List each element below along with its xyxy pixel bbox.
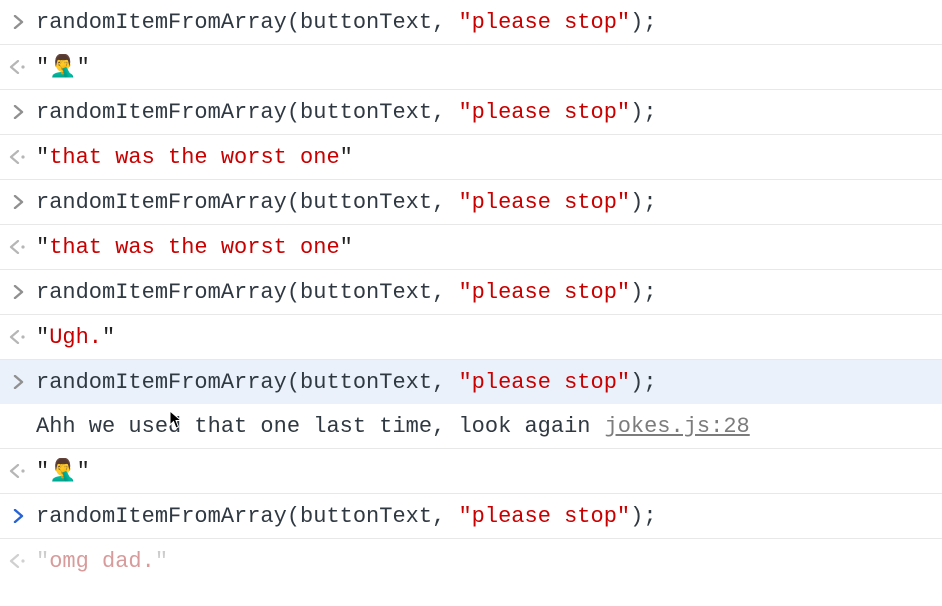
console-input-code: randomItemFromArray(buttonText, "please … [36,100,942,125]
console-input-code: randomItemFromArray(buttonText, "please … [36,10,942,35]
console-log-list: randomItemFromArray(buttonText, "please … [0,0,942,583]
output-arrow-icon [6,464,30,478]
console-log-row: Ahh we used that one last time, look aga… [0,404,942,448]
function-name: randomItemFromArray [36,504,287,529]
console-output-value: "🤦‍♂️" [36,458,942,484]
input-arrow-icon [6,195,30,209]
console-output-row: "Ugh." [0,314,942,359]
console-output-row: "🤦‍♂️" [0,44,942,89]
output-arrow-icon [6,150,30,164]
input-arrow-icon [6,105,30,119]
function-name: randomItemFromArray [36,280,287,305]
arg-string: "please stop" [458,10,630,35]
console-output-row: "🤦‍♂️" [0,448,942,493]
console-output-value: "omg dad." [36,549,942,574]
console-input-row: randomItemFromArray(buttonText, "please … [0,0,942,44]
console-output-value: "that was the worst one" [36,145,942,170]
source-link[interactable]: jokes.js:28 [605,414,750,439]
arg-string: "please stop" [458,280,630,305]
console-output-value: "🤦‍♂️" [36,54,942,80]
function-name: randomItemFromArray [36,100,287,125]
console-output-row: "omg dad." [0,538,942,583]
output-string: Ugh. [49,325,102,350]
console-input-code: randomItemFromArray(buttonText, "please … [36,504,942,529]
output-string: 🤦‍♂️ [49,459,76,484]
console-output-row: "that was the worst one" [0,224,942,269]
console-input-row: randomItemFromArray(buttonText, "please … [0,179,942,224]
output-arrow-icon [6,240,30,254]
arg-string: "please stop" [458,100,630,125]
arg-identifier: buttonText [300,100,432,125]
arg-identifier: buttonText [300,504,432,529]
arg-identifier: buttonText [300,280,432,305]
arg-string: "please stop" [458,504,630,529]
console-input-row: randomItemFromArray(buttonText, "please … [0,359,942,404]
arg-identifier: buttonText [300,190,432,215]
output-arrow-icon [6,330,30,344]
input-arrow-icon [6,285,30,299]
console-output-value: "that was the worst one" [36,235,942,260]
output-string: omg dad. [49,549,155,574]
console-input-row: randomItemFromArray(buttonText, "please … [0,269,942,314]
output-arrow-icon [6,60,30,74]
log-text: Ahh we used that one last time, look aga… [36,414,591,439]
arg-string: "please stop" [458,370,630,395]
output-arrow-icon [6,554,30,568]
function-name: randomItemFromArray [36,370,287,395]
output-string: 🤦‍♂️ [49,55,76,80]
input-arrow-icon [6,509,30,523]
console-input-code: randomItemFromArray(buttonText, "please … [36,190,942,215]
arg-identifier: buttonText [300,10,432,35]
console-output-row: "that was the worst one" [0,134,942,179]
console-input-code: randomItemFromArray(buttonText, "please … [36,370,942,395]
console-input-row: randomItemFromArray(buttonText, "please … [0,493,942,538]
arg-identifier: buttonText [300,370,432,395]
function-name: randomItemFromArray [36,10,287,35]
console-output-value: "Ugh." [36,325,942,350]
arg-string: "please stop" [458,190,630,215]
output-string: that was the worst one [49,145,339,170]
output-string: that was the worst one [49,235,339,260]
console-input-row: randomItemFromArray(buttonText, "please … [0,89,942,134]
input-arrow-icon [6,375,30,389]
function-name: randomItemFromArray [36,190,287,215]
console-input-code: randomItemFromArray(buttonText, "please … [36,280,942,305]
input-arrow-icon [6,15,30,29]
console-log-message: Ahh we used that one last time, look aga… [36,414,942,439]
